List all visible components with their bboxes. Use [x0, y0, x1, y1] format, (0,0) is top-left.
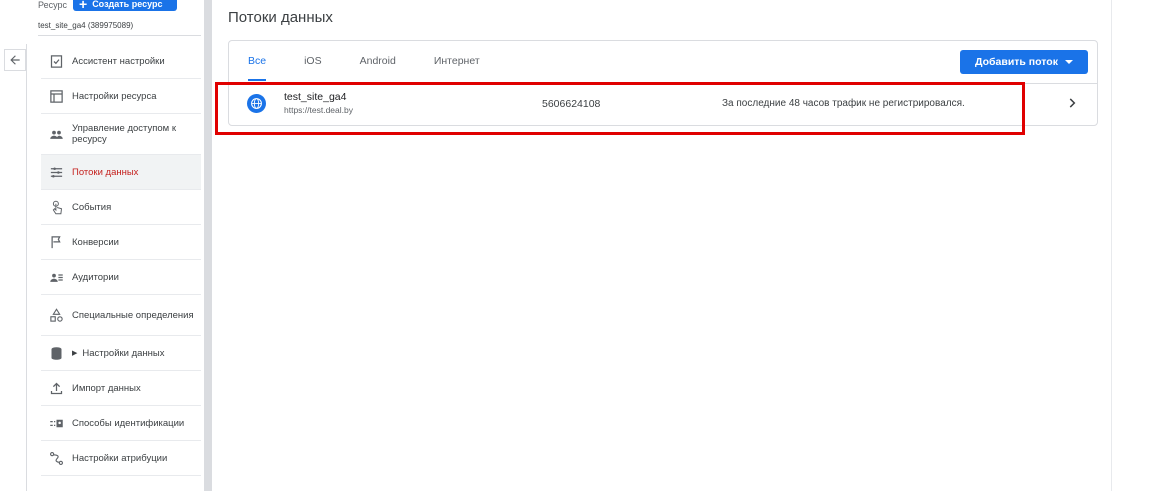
add-stream-label: Добавить поток: [975, 56, 1058, 68]
sidebar-item-label: Потоки данных: [72, 166, 139, 178]
audience-icon: [47, 268, 65, 286]
layout-icon: [47, 87, 65, 105]
shapes-icon: [47, 306, 65, 324]
people-icon: [47, 125, 65, 143]
create-resource-button[interactable]: + Создать ресурс: [73, 0, 177, 11]
sidebar-item-label: Аудитории: [72, 271, 119, 283]
stream-tabs: Все iOS Android Интернет: [229, 41, 499, 83]
sidebar-nav: Ассистент настройки Настройки ресурса Уп…: [41, 44, 201, 476]
sidebar-item-label: Ассистент настройки: [72, 55, 165, 67]
divider: [26, 44, 27, 491]
sidebar-item-data-settings[interactable]: ▶ Настройки данных: [41, 336, 201, 371]
tab-ios[interactable]: iOS: [285, 41, 341, 81]
tab-all[interactable]: Все: [229, 41, 285, 81]
tab-web[interactable]: Интернет: [415, 41, 499, 81]
add-stream-button[interactable]: Добавить поток: [960, 50, 1088, 74]
sidebar-item-property-settings[interactable]: Настройки ресурса: [41, 79, 201, 114]
chevron-right-icon[interactable]: [1065, 96, 1079, 110]
sidebar-item-label: Настройки данных: [82, 347, 165, 359]
plus-icon: +: [79, 0, 88, 12]
sidebar-item-reporting-identity[interactable]: Способы идентификации: [41, 406, 201, 441]
sidebar-item-label: Настройки ресурса: [72, 90, 157, 102]
sidebar-item-audiences[interactable]: Аудитории: [41, 260, 201, 295]
sidebar-item-events[interactable]: События: [41, 190, 201, 225]
sidebar-item-label: Способы идентификации: [72, 417, 185, 429]
sidebar-item-label: Импорт данных: [72, 382, 141, 394]
sidebar-item-label: События: [72, 201, 112, 213]
tab-android[interactable]: Android: [341, 41, 415, 81]
create-resource-label: Создать ресурс: [92, 0, 163, 9]
sidebar-item-label: Специальные определения: [72, 309, 194, 321]
touch-icon: [47, 198, 65, 216]
sidebar-item-attribution-settings[interactable]: Настройки атрибуции: [41, 441, 201, 476]
attribution-icon: [47, 449, 65, 467]
property-id: test_site_ga4 (389975089): [38, 21, 134, 30]
sidebar-item-label: Управление доступом к ресурсу: [72, 123, 176, 145]
sidebar-item-custom-definitions[interactable]: Специальные определения: [41, 295, 201, 336]
sidebar-item-conversions[interactable]: Конверсии: [41, 225, 201, 260]
sidebar-scrollbar[interactable]: [204, 0, 212, 491]
main-content: Потоки данных Все iOS Android Интернет Д…: [212, 0, 1111, 491]
streams-icon: [47, 163, 65, 181]
annotation-highlight-box: [215, 82, 1025, 135]
sidebar-item-setup-assistant[interactable]: Ассистент настройки: [41, 44, 201, 79]
checklist-icon: [47, 52, 65, 70]
sidebar-item-access-management[interactable]: Управление доступом к ресурсу: [41, 114, 201, 155]
upload-icon: [47, 379, 65, 397]
dropdown-arrow-icon: [1064, 60, 1073, 64]
sidebar-item-label: Настройки атрибуции: [72, 452, 168, 464]
page-title: Потоки данных: [228, 9, 333, 26]
back-button[interactable]: [4, 49, 26, 71]
property-sidebar: Ресурс + Создать ресурс test_site_ga4 (3…: [0, 0, 203, 491]
divider: [38, 35, 201, 36]
database-icon: [47, 344, 65, 362]
sidebar-item-label: Конверсии: [72, 236, 119, 248]
sidebar-item-data-streams[interactable]: Потоки данных: [41, 155, 201, 190]
arrow-left-icon: [10, 55, 20, 65]
identity-icon: [47, 414, 65, 432]
resource-label: Ресурс: [38, 0, 68, 10]
expand-caret-icon[interactable]: ▶: [72, 349, 77, 357]
sidebar-item-data-import[interactable]: Импорт данных: [41, 371, 201, 406]
flag-icon: [47, 233, 65, 251]
right-panel: [1111, 0, 1168, 491]
